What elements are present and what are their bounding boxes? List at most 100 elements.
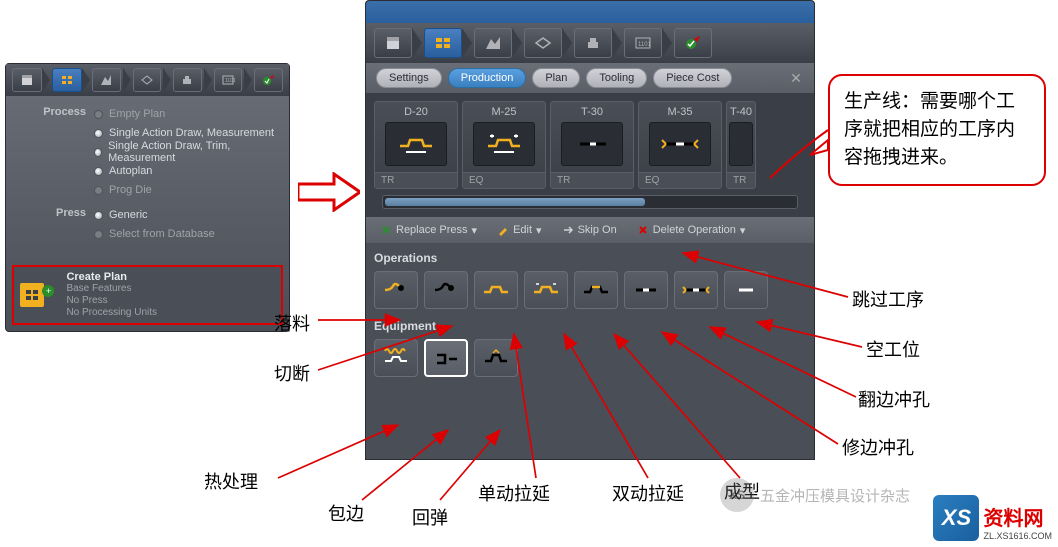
tb-display-icon[interactable]: 1101 (214, 68, 243, 92)
create-plan-sub1: Base Features (66, 283, 157, 295)
tb-display-icon[interactable]: 1101 (624, 28, 662, 58)
op-cut-button[interactable] (424, 271, 468, 309)
tb-mountain-icon[interactable] (474, 28, 512, 58)
tb-check-icon[interactable] (254, 68, 283, 92)
equipment-title: Equipment (374, 319, 806, 333)
equipment-section: Equipment (366, 317, 814, 385)
right-panel: 1101 Settings Production Plan Tooling Pi… (365, 0, 815, 460)
create-plan-title: Create Plan (66, 271, 157, 283)
tab-piececost[interactable]: Piece Cost (653, 68, 732, 88)
tb-file-icon[interactable] (12, 68, 42, 92)
replace-press-button[interactable]: Replace Press▾ (374, 222, 483, 239)
create-plan-icon (20, 283, 44, 307)
anno-huitan: 回弹 (412, 504, 448, 530)
op-draw-icon (385, 122, 447, 166)
op-blank-icon (729, 122, 753, 166)
tb-mountain-icon[interactable] (92, 68, 121, 92)
left-panel: 1101 Process Empty Plan Single Action Dr… (5, 63, 290, 332)
op-flangepierce-button[interactable] (674, 271, 718, 309)
production-area: D-20 TR M-25 EQ T-30 TR M-35 EQ T-40 (366, 93, 814, 217)
close-icon[interactable]: ✕ (788, 70, 804, 86)
anno-fanbian: 翻边冲孔 (858, 386, 930, 412)
tb-diamond-icon[interactable] (133, 68, 162, 92)
process-opt-empty[interactable]: Empty Plan (94, 106, 275, 122)
op-singledraw-button[interactable] (474, 271, 518, 309)
anno-qieduan: 切断 (274, 360, 310, 386)
prod-col-t30[interactable]: T-30 TR (550, 101, 634, 189)
h-scrollbar[interactable] (382, 195, 798, 209)
add-icon: + (42, 285, 54, 297)
process-opt-single-draw-trim[interactable]: Single Action Draw, Trim, Measurement (94, 144, 275, 160)
prod-col-t40[interactable]: T-40 TR (726, 101, 756, 189)
tb-plan-icon[interactable] (52, 68, 82, 92)
action-row: Replace Press▾ Edit▾ Skip On Delete Oper… (366, 217, 814, 243)
process-label: Process (20, 106, 94, 201)
tb-check-icon[interactable] (674, 28, 712, 58)
op-trimpierce-button[interactable] (624, 271, 668, 309)
tab-production[interactable]: Production (448, 68, 527, 88)
watermark-circle: XS (720, 478, 754, 512)
anno-dandong: 单动拉延 (478, 480, 550, 506)
logo-badge: XS (933, 495, 979, 541)
anno-konggongwei: 空工位 (866, 336, 920, 362)
right-toolbar: 1101 (366, 23, 814, 63)
callout-note: 生产线：需要哪个工序就把相应的工序内容拖拽进来。 (828, 74, 1046, 186)
create-plan-sub2: No Press (66, 295, 157, 307)
op-doubledraw-button[interactable] (524, 271, 568, 309)
create-plan-sub3: No Processing Units (66, 307, 157, 319)
watermark-text: 五金冲压模具设计杂志 (760, 485, 910, 506)
op-empty-button[interactable] (724, 271, 768, 309)
big-arrow-icon (298, 172, 360, 217)
anno-shuangdong: 双动拉延 (612, 480, 684, 506)
prod-col-d20[interactable]: D-20 TR (374, 101, 458, 189)
eq-hem-button[interactable] (424, 339, 468, 377)
prod-col-m25[interactable]: M-25 EQ (462, 101, 546, 189)
watermark: XS 五金冲压模具设计杂志 (720, 478, 910, 512)
logo-sub: ZL.XS1616.COM (983, 531, 1052, 541)
tb-file-icon[interactable] (374, 28, 412, 58)
tab-row: Settings Production Plan Tooling Piece C… (366, 63, 814, 93)
anno-baobian: 包边 (328, 500, 364, 526)
process-opt-progdie[interactable]: Prog Die (94, 182, 275, 198)
tb-plan-icon[interactable] (424, 28, 462, 58)
process-opt-autoplan[interactable]: Autoplan (94, 163, 275, 179)
op-blank-button[interactable] (374, 271, 418, 309)
titlebar (366, 1, 814, 23)
op-flange-icon (649, 122, 711, 166)
anno-rechuli: 热处理 (204, 468, 258, 494)
scroll-thumb[interactable] (385, 198, 645, 206)
op-form-button[interactable] (574, 271, 618, 309)
logo-main: 资料网 (983, 502, 1052, 531)
prod-col-m35[interactable]: M-35 EQ (638, 101, 722, 189)
process-opt-single-draw[interactable]: Single Action Draw, Measurement (94, 125, 275, 141)
operations-title: Operations (374, 251, 806, 265)
left-options: Process Empty Plan Single Action Draw, M… (6, 96, 289, 259)
press-opt-database[interactable]: Select from Database (94, 226, 275, 242)
chevron-down-icon: ▾ (536, 224, 542, 237)
chevron-down-icon: ▾ (472, 224, 478, 237)
left-toolbar: 1101 (6, 64, 289, 96)
tb-machine-icon[interactable] (173, 68, 202, 92)
tab-plan[interactable]: Plan (532, 68, 580, 88)
create-plan-box[interactable]: + Create Plan Base Features No Press No … (12, 265, 283, 325)
edit-button[interactable]: Edit▾ (491, 222, 548, 239)
tb-diamond-icon[interactable] (524, 28, 562, 58)
operations-section: Operations (366, 243, 814, 317)
press-opt-generic[interactable]: Generic (94, 207, 275, 223)
svg-text:1101: 1101 (638, 42, 652, 48)
tab-settings[interactable]: Settings (376, 68, 442, 88)
op-trim-icon (561, 122, 623, 166)
site-logo: XS 资料网 ZL.XS1616.COM (933, 495, 1052, 541)
eq-heat-button[interactable] (374, 339, 418, 377)
svg-text:1101: 1101 (225, 78, 235, 84)
tb-machine-icon[interactable] (574, 28, 612, 58)
op-draw2-icon (473, 122, 535, 166)
chevron-down-icon: ▾ (740, 224, 746, 237)
skip-button[interactable]: Skip On (556, 222, 623, 238)
anno-tiaogongxu: 跳过工序 (852, 286, 924, 312)
press-label: Press (20, 207, 94, 245)
tab-tooling[interactable]: Tooling (586, 68, 647, 88)
eq-springback-button[interactable] (474, 339, 518, 377)
anno-luoliao: 落料 (274, 310, 310, 336)
delete-operation-button[interactable]: Delete Operation▾ (631, 222, 752, 239)
